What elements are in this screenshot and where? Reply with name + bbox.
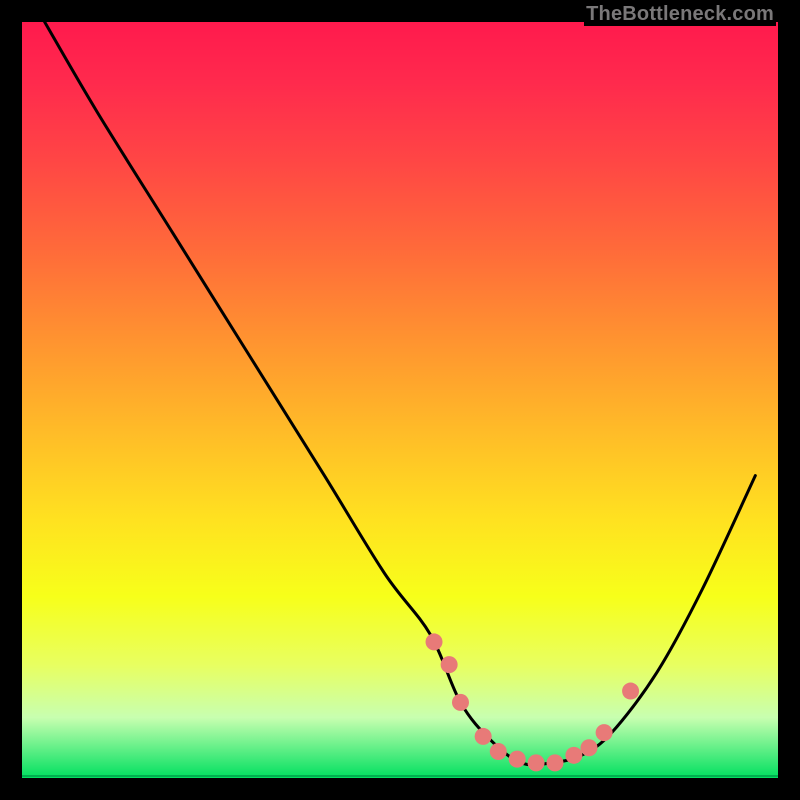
data-marker xyxy=(596,724,613,741)
chart-frame: TheBottleneck.com xyxy=(0,0,800,800)
data-marker xyxy=(452,694,469,711)
data-marker xyxy=(622,683,639,700)
chart-svg xyxy=(22,22,778,778)
data-marker xyxy=(426,633,443,650)
data-marker xyxy=(546,754,563,771)
data-marker xyxy=(441,656,458,673)
attribution-text: TheBottleneck.com xyxy=(584,3,776,26)
marker-group xyxy=(426,633,640,771)
bottleneck-curve xyxy=(45,22,756,765)
data-marker xyxy=(528,754,545,771)
data-marker xyxy=(490,743,507,760)
data-marker xyxy=(475,728,492,745)
plot-area xyxy=(22,22,778,778)
data-marker xyxy=(581,739,598,756)
data-marker xyxy=(509,751,526,768)
data-marker xyxy=(565,747,582,764)
